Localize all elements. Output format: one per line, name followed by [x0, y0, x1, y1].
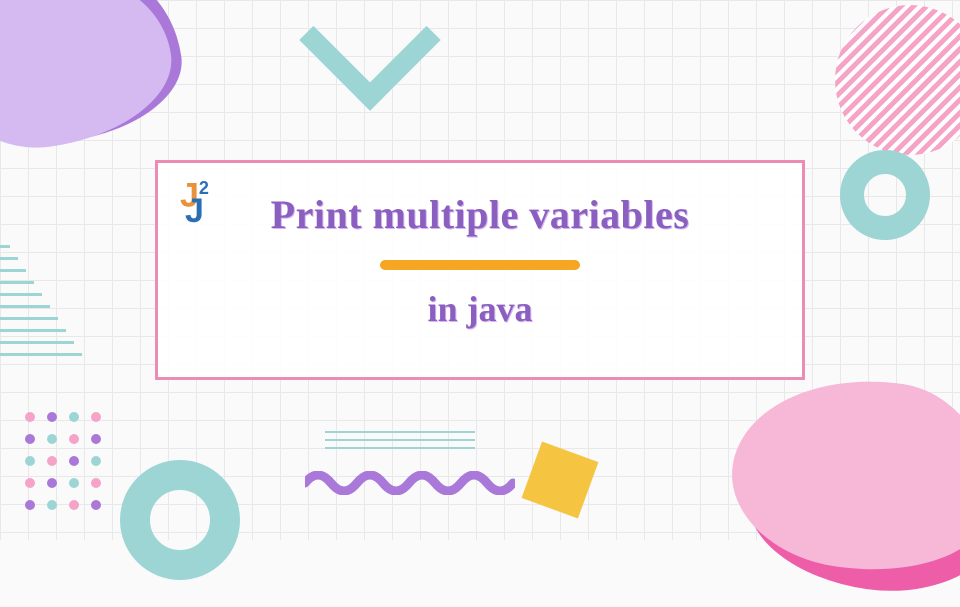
- page-subtitle: in java: [158, 288, 802, 330]
- ring-bottom-left: [120, 460, 240, 580]
- dot-grid: [25, 412, 103, 512]
- wave-icon: [305, 471, 515, 495]
- logo: J2 J: [180, 181, 209, 237]
- logo-letter-under: J: [185, 192, 204, 230]
- page-title: Print multiple variables: [158, 191, 802, 238]
- blob-bottom-right: [738, 383, 960, 607]
- title-card: J2 J Print multiple variables in java: [155, 160, 805, 380]
- divider: [380, 260, 580, 270]
- three-lines-decoration: [325, 431, 475, 455]
- ring-top-right: [840, 150, 930, 240]
- triangle-lines-decoration: [0, 245, 80, 365]
